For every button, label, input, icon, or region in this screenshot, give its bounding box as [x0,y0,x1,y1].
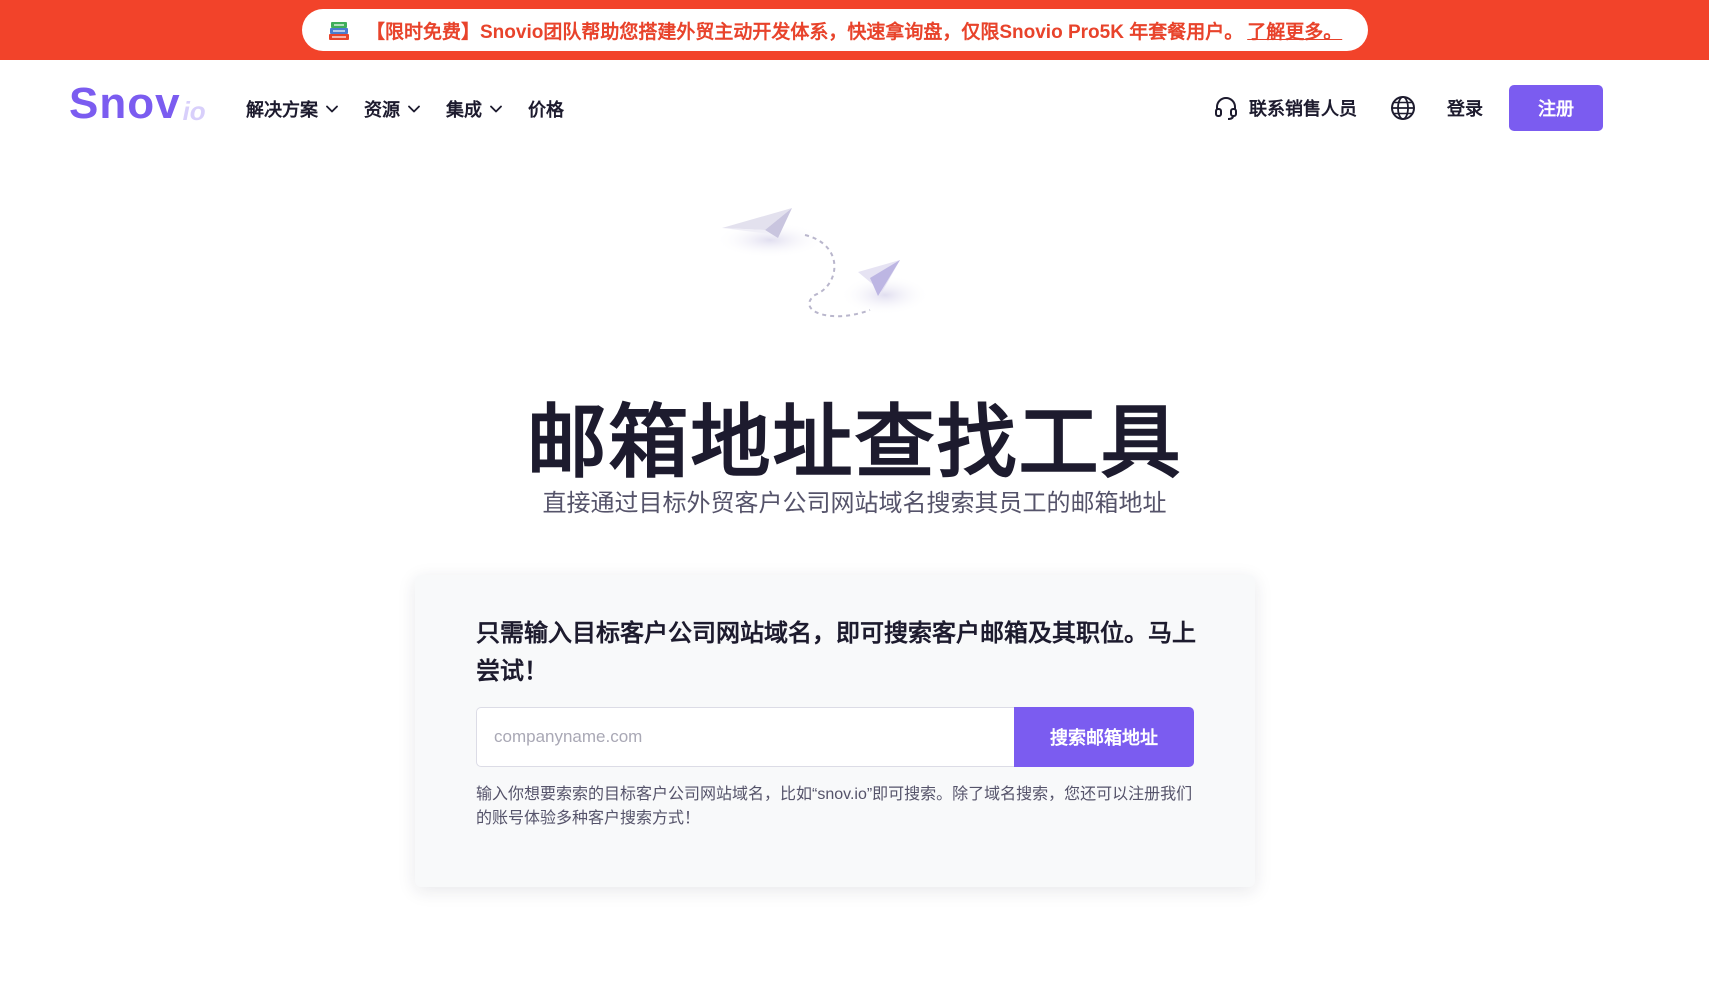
menu-item-label: 资源 [364,100,400,120]
menu-item-label: 集成 [446,100,482,120]
search-card-title: 只需输入目标客户公司网站域名，即可搜索客户邮箱及其职位。马上尝试！ [476,620,1196,685]
menu-item-integrations[interactable]: 集成 [446,96,502,122]
snovio-logo[interactable]: Snov io [69,82,206,126]
search-card: 只需输入目标客户公司网站域名，即可搜索客户邮箱及其职位。马上尝试！ 搜索邮箱地址… [415,575,1255,887]
promo-learn-more-link[interactable]: 了解更多。 [1247,17,1342,44]
nav-actions: 联系销售人员 登录 注册 [1213,85,1603,131]
main-menu: 解决方案 资源 集成 价格 [246,96,590,122]
contact-sales-label: 联系销售人员 [1249,99,1357,119]
logo-sub-text: io [182,96,206,126]
chevron-down-icon [490,105,502,113]
promo-banner: 【限时免费】Snovio团队帮助您搭建外贸主动开发体系，快速拿询盘，仅限Snov… [0,0,1709,60]
chevron-down-icon [326,105,338,113]
globe-icon[interactable] [1389,94,1417,122]
paper-planes-icon [715,208,930,318]
menu-item-label: 解决方案 [246,100,318,120]
menu-item-label: 价格 [528,100,564,120]
menu-item-solutions[interactable]: 解决方案 [246,96,338,122]
page-title: 邮箱地址查找工具 [526,398,1183,487]
top-navbar: Snov io 解决方案 资源 集成 价格 联系销售人员 登录 注册 [0,60,1709,156]
search-hint-text: 输入你想要索索的目标客户公司网站域名，比如“snov.io”即可搜索。除了域名搜… [476,786,1193,827]
login-link[interactable]: 登录 [1447,95,1483,121]
search-emails-button[interactable]: 搜索邮箱地址 [1014,707,1194,767]
menu-item-pricing[interactable]: 价格 [528,96,564,122]
contact-sales-link[interactable]: 联系销售人员 [1213,95,1357,121]
domain-search-input[interactable] [476,707,1016,767]
logo-main-text: Snov [69,79,181,128]
headset-icon [1215,97,1237,120]
chevron-down-icon [408,105,420,113]
page-subtitle: 直接通过目标外贸客户公司网站域名搜索其员工的邮箱地址 [542,490,1167,517]
signup-button[interactable]: 注册 [1509,85,1603,131]
menu-item-resources[interactable]: 资源 [364,96,420,122]
promo-text: 【限时免费】Snovio团队帮助您搭建外贸主动开发体系，快速拿询盘，仅限Snov… [366,21,1244,43]
promo-pill: 【限时免费】Snovio团队帮助您搭建外贸主动开发体系，快速拿询盘，仅限Snov… [302,9,1368,51]
books-icon [329,22,349,40]
